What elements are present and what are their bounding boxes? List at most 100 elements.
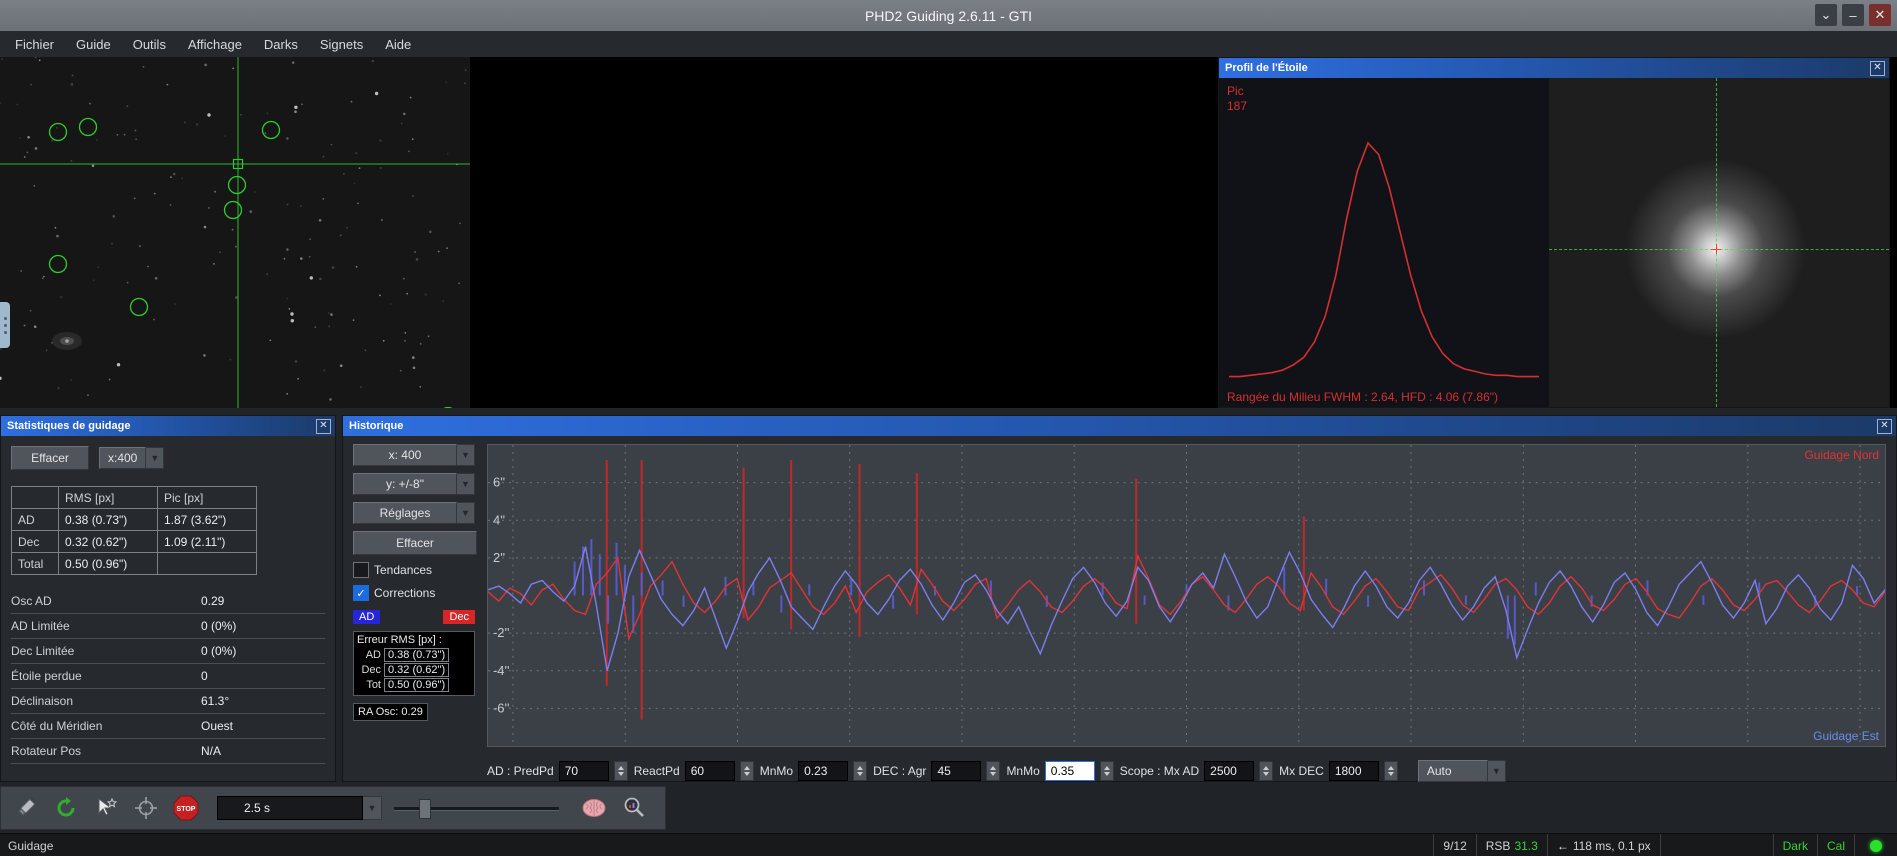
param-input[interactable]: 60 bbox=[684, 761, 735, 781]
star-marker[interactable] bbox=[440, 406, 457, 409]
stats-list-row: Osc AD 0.29 bbox=[11, 589, 325, 614]
param-input[interactable]: 45 bbox=[931, 761, 982, 781]
stats-clear-button[interactable]: Effacer bbox=[11, 446, 89, 470]
trend-checkbox-row[interactable]: Tendances bbox=[353, 562, 475, 578]
auto-select-star-button[interactable] bbox=[87, 790, 125, 826]
guide-stats-titlebar[interactable]: Statistiques de guidage ✕ bbox=[1, 416, 335, 436]
stats-list-row: AD Limitée 0 (0%) bbox=[11, 614, 325, 639]
corrections-checkbox[interactable]: ✓ bbox=[353, 585, 369, 601]
param-spinner[interactable] bbox=[1099, 761, 1114, 781]
param-input[interactable]: 0.23 bbox=[798, 761, 849, 781]
svg-text:STOP: STOP bbox=[177, 806, 196, 813]
window-minimize-button[interactable]: – bbox=[1842, 4, 1864, 26]
star-marker[interactable] bbox=[78, 117, 98, 137]
stat-value: 0 bbox=[201, 669, 208, 683]
svg-text:Guidage Est: Guidage Est bbox=[1813, 729, 1880, 743]
param-input[interactable]: 0.35 bbox=[1044, 761, 1095, 781]
slider-handle[interactable] bbox=[418, 799, 431, 819]
window-titlebar[interactable]: PHD2 Guiding 2.6.11 - GTI ⌄ – ✕ bbox=[0, 0, 1897, 31]
menu-fichier[interactable]: Fichier bbox=[4, 32, 65, 57]
advanced-settings-button[interactable] bbox=[575, 790, 613, 826]
menu-signets[interactable]: Signets bbox=[309, 32, 374, 57]
stats-list-row: Côté du Méridien Ouest bbox=[11, 714, 325, 739]
stats-scale-select[interactable]: x:400 ▼ bbox=[99, 447, 165, 469]
dec-trace-toggle[interactable]: Dec bbox=[443, 610, 475, 624]
stats-col-header: RMS [px] bbox=[58, 486, 158, 509]
star-marker[interactable] bbox=[261, 120, 281, 140]
param-input[interactable]: 1800 bbox=[1328, 761, 1379, 781]
trend-checkbox[interactable] bbox=[353, 562, 369, 578]
stop-button[interactable]: STOP bbox=[167, 790, 205, 826]
menu-outils[interactable]: Outils bbox=[122, 32, 177, 57]
star-profile-title: Profil de l'Étoile bbox=[1225, 62, 1308, 74]
stop-sign-icon: STOP bbox=[173, 795, 199, 821]
menu-bar[interactable]: Fichier Guide Outils Affichage Darks Signets A… bbox=[0, 31, 1897, 58]
param-spinner[interactable] bbox=[986, 761, 1001, 781]
param-spinner[interactable] bbox=[1383, 761, 1398, 781]
param-spinner[interactable] bbox=[613, 761, 628, 781]
star-profile-close-icon[interactable]: ✕ bbox=[1870, 60, 1885, 76]
loop-exposures-button[interactable] bbox=[47, 790, 85, 826]
guide-param: MnMo 0.35 bbox=[1006, 761, 1114, 781]
rms-readout-box: Erreur RMS [px] : AD 0.38 (0.73") Dec 0.32 … bbox=[353, 631, 475, 696]
status-empty-segment bbox=[1659, 834, 1773, 856]
status-bar: Guidage 9/12 RSB 31.3 ← 118 ms, 0.1 px D… bbox=[0, 833, 1897, 856]
menu-guide[interactable]: Guide bbox=[65, 32, 122, 57]
star-marker[interactable] bbox=[48, 254, 68, 274]
window-shade-button[interactable]: ⌄ bbox=[1815, 4, 1837, 26]
star-marker[interactable] bbox=[129, 297, 149, 317]
stat-value: 0 (0%) bbox=[201, 619, 237, 633]
menu-affichage[interactable]: Affichage bbox=[177, 32, 253, 57]
stat-value: 0 (0%) bbox=[201, 644, 237, 658]
menu-aide[interactable]: Aide bbox=[374, 32, 422, 57]
chevron-down-icon: ▼ bbox=[1487, 760, 1506, 782]
history-settings-select[interactable]: Réglages ▼ bbox=[353, 502, 475, 524]
starfield-image[interactable] bbox=[0, 57, 470, 408]
dec-guide-mode-select[interactable]: Auto ▼ bbox=[1417, 760, 1506, 782]
corrections-checkbox-row[interactable]: ✓ Corrections bbox=[353, 585, 475, 601]
rms-row: AD 0.38 (0.73") bbox=[357, 648, 471, 662]
zoom-crosshair-vertical bbox=[1715, 78, 1717, 407]
guide-stats-close-icon[interactable]: ✕ bbox=[316, 418, 331, 434]
history-close-icon[interactable]: ✕ bbox=[1877, 418, 1892, 434]
status-mode: Guidage bbox=[8, 838, 54, 853]
star-marker[interactable] bbox=[48, 122, 68, 142]
star-profile-titlebar[interactable]: Profil de l'Étoile ✕ bbox=[1219, 58, 1889, 78]
history-titlebar[interactable]: Historique ✕ bbox=[343, 416, 1896, 436]
loop-arrows-icon bbox=[57, 797, 75, 817]
stat-label: Étoile perdue bbox=[11, 669, 82, 683]
param-label: Mx DEC bbox=[1279, 764, 1324, 778]
param-spinner[interactable] bbox=[853, 761, 868, 781]
param-label: ReactPd bbox=[633, 764, 680, 778]
magnifier-chart-icon bbox=[624, 797, 644, 817]
gamma-slider[interactable] bbox=[394, 796, 559, 820]
param-spinner[interactable] bbox=[1259, 761, 1274, 781]
guide-button[interactable] bbox=[127, 790, 165, 826]
ra-trace-toggle[interactable]: AD bbox=[353, 610, 381, 624]
rms-row: Tot 0.50 (0.96") bbox=[357, 678, 471, 692]
param-input[interactable]: 2500 bbox=[1204, 761, 1255, 781]
star-marker[interactable] bbox=[223, 200, 243, 220]
stats-cell: 0.50 (0.96") bbox=[58, 552, 158, 575]
camera-frame[interactable]: Profil de l'Étoile ✕ Pic 187 Rangée du M… bbox=[0, 57, 1897, 408]
history-yscale-select[interactable]: y: +/-8" ▼ bbox=[353, 473, 475, 495]
exposure-select[interactable]: 2.5 s ▼ bbox=[217, 796, 382, 820]
guide-param: MnMo 0.23 bbox=[760, 761, 868, 781]
stat-value: Ouest bbox=[201, 719, 234, 733]
stats-table-row: Dec 0.32 (0.62") 1.09 (2.11") bbox=[11, 530, 257, 553]
menu-darks[interactable]: Darks bbox=[253, 32, 309, 57]
history-clear-button[interactable]: Effacer bbox=[353, 531, 477, 555]
connect-equipment-button[interactable] bbox=[7, 790, 45, 826]
camera-settings-button[interactable] bbox=[615, 790, 653, 826]
status-cal: Cal bbox=[1816, 834, 1854, 856]
guide-param: AD : PredPd 70 bbox=[487, 761, 628, 781]
equipment-plug-icon bbox=[18, 797, 37, 816]
window-close-button[interactable]: ✕ bbox=[1869, 4, 1891, 26]
param-spinner[interactable] bbox=[739, 761, 754, 781]
history-xscale-select[interactable]: x: 400 ▼ bbox=[353, 444, 475, 466]
chevron-down-icon: ▼ bbox=[457, 473, 475, 495]
pane-gripper[interactable] bbox=[0, 302, 10, 348]
param-input[interactable]: 70 bbox=[558, 761, 609, 781]
star-marker[interactable] bbox=[227, 175, 247, 195]
stats-list-row: Dec Limitée 0 (0%) bbox=[11, 639, 325, 664]
